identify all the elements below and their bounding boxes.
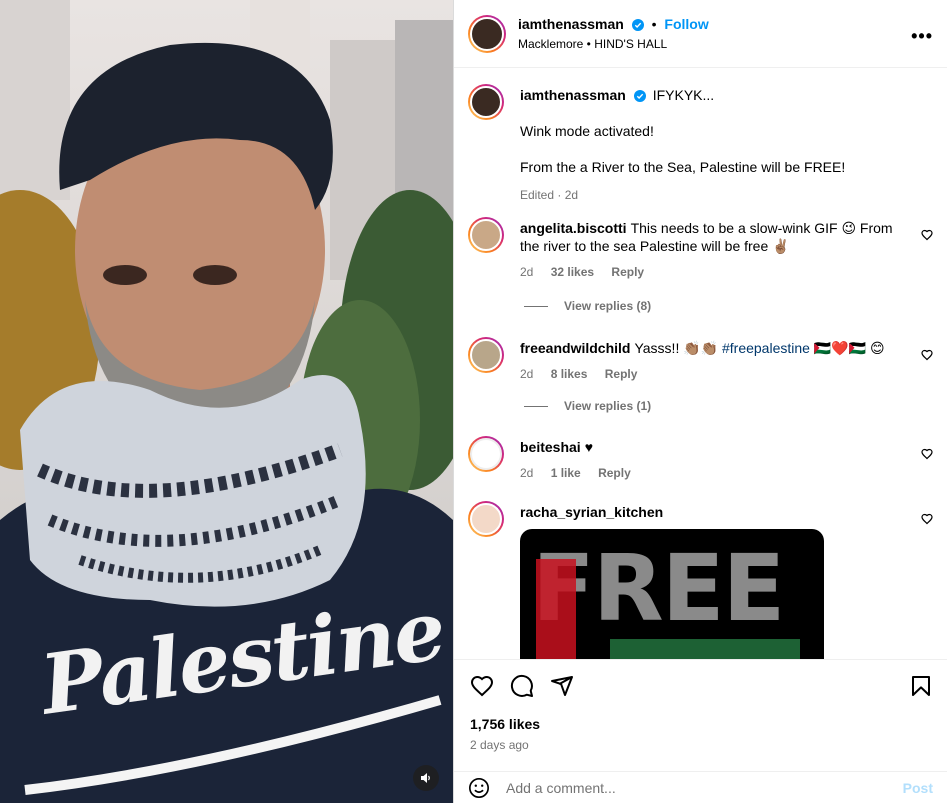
view-replies-label: View replies (1) bbox=[564, 399, 652, 413]
comment-avatar[interactable] bbox=[468, 337, 504, 373]
like-comment-heart-icon[interactable] bbox=[921, 513, 933, 525]
more-options-button[interactable]: ••• bbox=[911, 26, 933, 47]
comment-time: 2d bbox=[520, 466, 534, 480]
reply-button[interactable]: Reply bbox=[611, 265, 644, 279]
mute-button[interactable] bbox=[413, 765, 439, 791]
comment-likes[interactable]: 1 like bbox=[551, 466, 581, 480]
save-bookmark-icon[interactable] bbox=[909, 674, 933, 698]
comment-username[interactable]: freeandwildchild bbox=[520, 340, 630, 356]
comment-gif[interactable]: FREE bbox=[520, 529, 824, 659]
post-actions: 1,756 likes 2 days ago bbox=[454, 659, 947, 771]
comment-avatar[interactable] bbox=[468, 217, 504, 253]
author-avatar[interactable] bbox=[468, 14, 506, 53]
comment-avatar[interactable] bbox=[468, 501, 504, 537]
comment-username[interactable]: racha_syrian_kitchen bbox=[520, 504, 663, 520]
comment-username[interactable]: beiteshai bbox=[520, 439, 581, 455]
comment-meta: 2d 8 likes Reply bbox=[520, 365, 907, 383]
caption-avatar[interactable] bbox=[468, 84, 504, 120]
comment-item: beiteshai ♥ 2d 1 like Reply bbox=[468, 436, 933, 496]
view-replies-button[interactable]: View replies (8) bbox=[524, 299, 651, 313]
flag-green-stripe bbox=[610, 639, 800, 659]
comment-avatar[interactable] bbox=[468, 436, 504, 472]
comments-list: iamthenassman IFYKYK... Wink mode activa… bbox=[454, 69, 947, 659]
comment-meta: 2d 1 like Reply bbox=[520, 464, 907, 482]
comment-text: Yasss!! 👏🏽👏🏽 bbox=[634, 340, 719, 356]
speaker-icon bbox=[421, 773, 430, 783]
comment-item: angelita.biscotti This needs to be a slow… bbox=[468, 217, 933, 313]
author-username[interactable]: iamthenassman bbox=[518, 16, 624, 32]
comment-username[interactable]: angelita.biscotti bbox=[520, 220, 627, 236]
emoji-icon[interactable] bbox=[468, 777, 490, 799]
post-timestamp: 2 days ago bbox=[470, 738, 529, 752]
comment-meta: 2d 32 likes Reply bbox=[520, 263, 907, 281]
comment-likes[interactable]: 32 likes bbox=[551, 265, 594, 279]
post-media[interactable]: Palestine bbox=[0, 0, 453, 803]
caption-line-1: Wink mode activated! bbox=[520, 123, 654, 139]
caption: iamthenassman IFYKYK... Wink mode activa… bbox=[468, 84, 933, 204]
like-comment-heart-icon[interactable] bbox=[921, 229, 933, 241]
reply-button[interactable]: Reply bbox=[605, 367, 638, 381]
comment-item: racha_syrian_kitchen FREE bbox=[468, 501, 933, 659]
audio-label[interactable]: Macklemore • HIND'S HALL bbox=[518, 37, 709, 51]
verified-badge-icon bbox=[633, 90, 646, 102]
caption-username[interactable]: iamthenassman bbox=[520, 87, 626, 103]
view-replies-button[interactable]: View replies (1) bbox=[524, 399, 651, 413]
caption-head: IFYKYK... bbox=[652, 87, 715, 103]
view-replies-label: View replies (8) bbox=[564, 299, 652, 313]
comment-bubble-icon[interactable] bbox=[510, 674, 534, 698]
hashtag-link[interactable]: #freepalestine bbox=[722, 340, 810, 356]
comment-likes[interactable]: 8 likes bbox=[551, 367, 588, 381]
comment-composer: Post bbox=[454, 771, 947, 803]
verified-badge-icon bbox=[631, 19, 644, 31]
caption-line-2: From the a River to the Sea, Palestine w… bbox=[520, 159, 846, 175]
post-panel: iamthenassman • Follow Macklemore • HIND… bbox=[453, 0, 947, 803]
header-dot: • bbox=[651, 16, 657, 32]
comment-text-end: 🇵🇸❤️🇵🇸 😊 bbox=[813, 340, 885, 356]
post-comment-button[interactable]: Post bbox=[903, 780, 933, 796]
reply-button[interactable]: Reply bbox=[598, 466, 631, 480]
flag-red-stripe bbox=[536, 559, 576, 659]
like-comment-heart-icon[interactable] bbox=[921, 448, 933, 460]
comment-text: ♥ bbox=[584, 439, 594, 455]
follow-button[interactable]: Follow bbox=[664, 16, 708, 32]
comment-time: 2d bbox=[520, 265, 534, 279]
comment-item: freeandwildchild Yasss!! 👏🏽👏🏽 #freepalest… bbox=[468, 337, 933, 427]
comment-time: 2d bbox=[520, 367, 534, 381]
caption-meta: Edited · 2d bbox=[520, 188, 579, 202]
likes-count[interactable]: 1,756 likes bbox=[470, 716, 540, 732]
like-heart-icon[interactable] bbox=[470, 674, 494, 698]
comment-input[interactable] bbox=[506, 779, 903, 796]
post-header: iamthenassman • Follow Macklemore • HIND… bbox=[454, 0, 947, 68]
like-comment-heart-icon[interactable] bbox=[921, 349, 933, 361]
share-paper-plane-icon[interactable] bbox=[550, 674, 574, 698]
